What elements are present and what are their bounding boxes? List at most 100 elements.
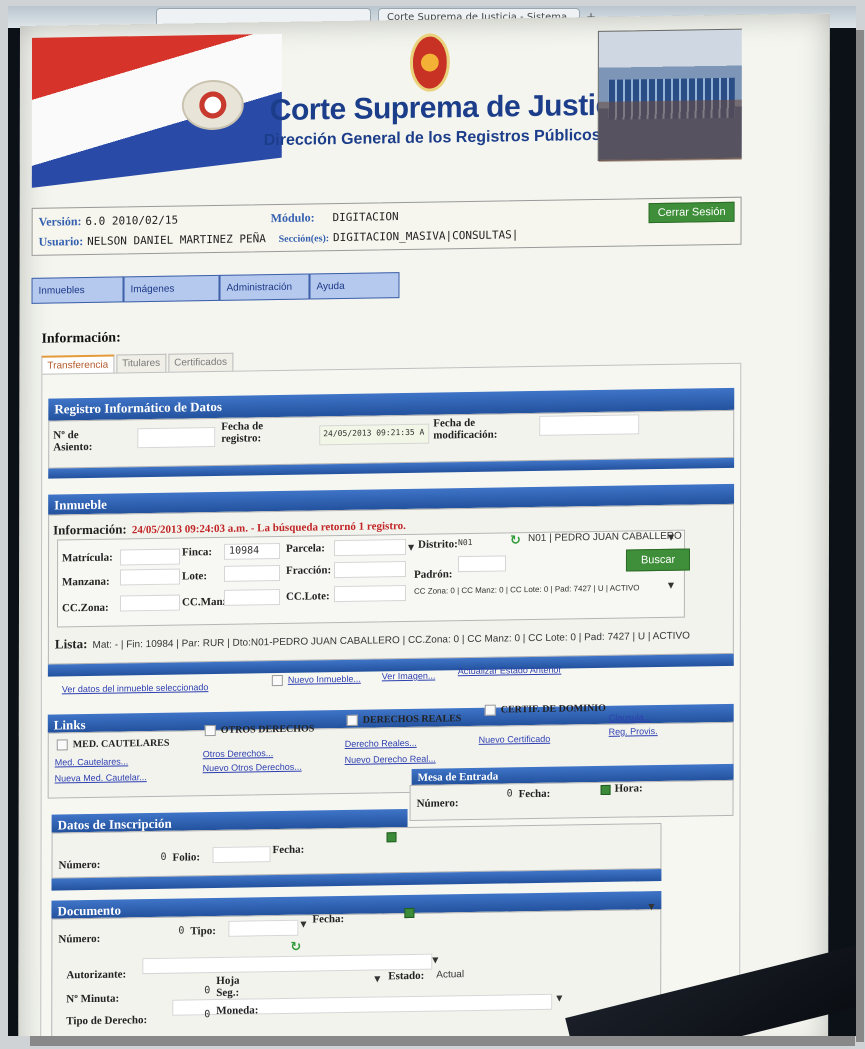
- chevron-down-icon[interactable]: ▼: [432, 956, 438, 965]
- menu-inmuebles[interactable]: Inmuebles: [31, 276, 124, 304]
- menu-administracion[interactable]: Administración: [219, 273, 310, 301]
- banner-title: Corte Suprema de Justicia: [269, 88, 636, 128]
- derecho-reales-link[interactable]: Derecho Reales...: [345, 738, 417, 749]
- cclote-input[interactable]: [333, 585, 406, 603]
- chevron-down-icon[interactable]: ▼: [556, 994, 562, 1003]
- buscar-button[interactable]: Buscar: [625, 548, 691, 572]
- lote-label: Lote:: [182, 570, 208, 583]
- padron-input[interactable]: [457, 555, 507, 573]
- tab-transferencia[interactable]: Transferencia: [41, 354, 115, 375]
- version-value: 6.0 2010/02/15: [85, 213, 179, 228]
- ccmanz-input[interactable]: [223, 588, 280, 606]
- nuevo-otros-derechos-link[interactable]: Nuevo Otros Derechos...: [203, 762, 302, 774]
- matricula-label: Matrícula:: [62, 551, 113, 565]
- refresh-icon[interactable]: ↻: [510, 533, 521, 548]
- minuta-value: 0: [204, 985, 211, 997]
- menu-imagenes[interactable]: Imágenes: [123, 274, 220, 303]
- chevron-down-icon[interactable]: ▼: [668, 533, 674, 542]
- search-form: Matrícula: Finca: 10984 Parcela: ▼ Distr…: [56, 529, 691, 628]
- finca-input[interactable]: 10984: [224, 542, 281, 560]
- ver-imagen-link[interactable]: Ver Imagen...: [382, 671, 436, 682]
- fecha-registro-value: 24/05/2013 09:21:35 A: [323, 427, 425, 439]
- finca-value: 10984: [229, 545, 260, 557]
- parcela-select[interactable]: [334, 538, 407, 557]
- building-photo: [597, 28, 742, 162]
- result-select[interactable]: CC Zona: 0 | CC Manz: 0 | CC Lote: 0 | P…: [414, 583, 640, 596]
- calendar-icon[interactable]: [386, 832, 397, 843]
- tipo-select[interactable]: [228, 919, 299, 937]
- manzana-label: Manzana:: [62, 575, 110, 589]
- otros-derechos-checkbox[interactable]: [204, 725, 216, 737]
- estado-value[interactable]: Actual: [436, 969, 464, 980]
- distrito-select[interactable]: N01 | PEDRO JUAN CABALLERO: [528, 531, 682, 544]
- nuevo-derecho-real-link[interactable]: Nuevo Derecho Real...: [345, 754, 436, 765]
- chevron-down-icon[interactable]: ▼: [374, 974, 380, 983]
- version-label: Versión:: [38, 214, 82, 229]
- chevron-down-icon[interactable]: ▼: [300, 920, 306, 929]
- menu-ayuda[interactable]: Ayuda: [309, 272, 400, 300]
- asiento-input[interactable]: [137, 426, 216, 449]
- module-value: DIGITACION: [332, 210, 399, 225]
- inscripcion-numero-value: 0: [160, 851, 167, 863]
- cczona-input[interactable]: [119, 594, 180, 612]
- reg-provis-link[interactable]: Reg. Provis.: [609, 726, 658, 737]
- otros-derechos-title: OTROS DERECHOS: [220, 723, 315, 736]
- fecha-mod-input[interactable]: [539, 414, 640, 436]
- folio-input[interactable]: [212, 846, 271, 864]
- mesa-fecha-label: Fecha:: [518, 787, 551, 801]
- lote-input[interactable]: [223, 564, 281, 582]
- estado-label: Estado:: [388, 969, 425, 983]
- distrito-code: N01: [458, 537, 473, 548]
- otros-derechos-link[interactable]: Otros Derechos...: [203, 748, 274, 759]
- inscripcion-fecha-label: Fecha:: [272, 843, 305, 857]
- banner-subtitle: Dirección General de los Registros Públi…: [263, 126, 601, 150]
- moneda-label: Moneda:: [216, 1004, 259, 1018]
- page-heading: Información:: [41, 330, 121, 347]
- module-label: Módulo:: [270, 210, 315, 226]
- chevron-down-icon[interactable]: ▼: [408, 543, 414, 552]
- nuevo-inmueble-checkbox[interactable]: [271, 674, 283, 687]
- mesa-hora-label: Hora:: [614, 782, 643, 795]
- documento-numero-label: Número:: [58, 932, 101, 946]
- calendar-icon[interactable]: [600, 784, 611, 795]
- fraccion-input[interactable]: [333, 561, 407, 579]
- fecha-registro-label: Fecha de registro:: [221, 420, 264, 445]
- user-value: NELSON DANIEL MARTINEZ PEÑA: [87, 232, 266, 248]
- section-value: DIGITACION_MASIVA|CONSULTAS|: [332, 228, 519, 245]
- mesa-numero-value: 0: [506, 788, 513, 800]
- logout-button[interactable]: Cerrar Sesión: [648, 201, 735, 224]
- photo-shadow-bottom: [30, 1036, 855, 1046]
- ver-datos-link[interactable]: Ver datos del inmueble seleccionado: [62, 682, 209, 694]
- chevron-down-icon[interactable]: ▼: [648, 902, 654, 911]
- manzana-input[interactable]: [120, 568, 181, 586]
- tab-certificados[interactable]: Certificados: [168, 352, 233, 373]
- actualizar-link[interactable]: Actualizar Estado Anterior: [458, 665, 562, 677]
- autorizante-label: Autorizante:: [66, 968, 127, 982]
- nuevo-certificado-link[interactable]: Nuevo Certificado: [479, 734, 551, 745]
- nuevo-inmueble-link[interactable]: Nuevo Inmueble...: [288, 674, 361, 685]
- calendar-icon[interactable]: [404, 907, 415, 919]
- certif-dominio-checkbox[interactable]: [484, 704, 496, 716]
- tipo-derecho-label: Tipo de Derecho:: [66, 1014, 148, 1028]
- med-cautelares-checkbox[interactable]: [56, 739, 68, 751]
- lista-value[interactable]: Mat: - | Fin: 10984 | Par: RUR | Dto:N01…: [92, 631, 689, 651]
- fecha-registro-field: 24/05/2013 09:21:35 A: [319, 423, 430, 446]
- refresh-icon[interactable]: ↻: [290, 940, 301, 955]
- med-cautelares-link[interactable]: Med. Cautelares...: [55, 756, 129, 767]
- nueva-med-cautelar-link[interactable]: Nueva Med. Cautelar...: [55, 772, 147, 783]
- tab-titulares[interactable]: Titulares: [116, 353, 167, 374]
- user-label: Usuario:: [38, 234, 84, 249]
- distrito-label: Distrito:: [418, 538, 458, 551]
- inmueble-info-label: Información:: [53, 521, 127, 538]
- cclote-label: CC.Lote:: [285, 590, 330, 603]
- chevron-down-icon[interactable]: ▼: [668, 581, 674, 590]
- moneda-value: 0: [204, 1009, 211, 1021]
- main-menu: Inmuebles Imágenes Administración Ayuda: [31, 272, 400, 304]
- cczona-label: CC.Zona:: [61, 601, 109, 615]
- matricula-input[interactable]: [120, 548, 181, 566]
- inmueble-panel: Información: 24/05/2013 09:24:03 a.m. - …: [47, 503, 735, 665]
- clausula-link[interactable]: Clausula...: [609, 712, 652, 723]
- derechos-reales-checkbox[interactable]: [346, 714, 358, 726]
- session-info: Versión: 6.0 2010/02/15 Usuario: NELSON …: [31, 196, 742, 256]
- mesa-panel: Número: 0 Fecha: Hora:: [409, 779, 734, 821]
